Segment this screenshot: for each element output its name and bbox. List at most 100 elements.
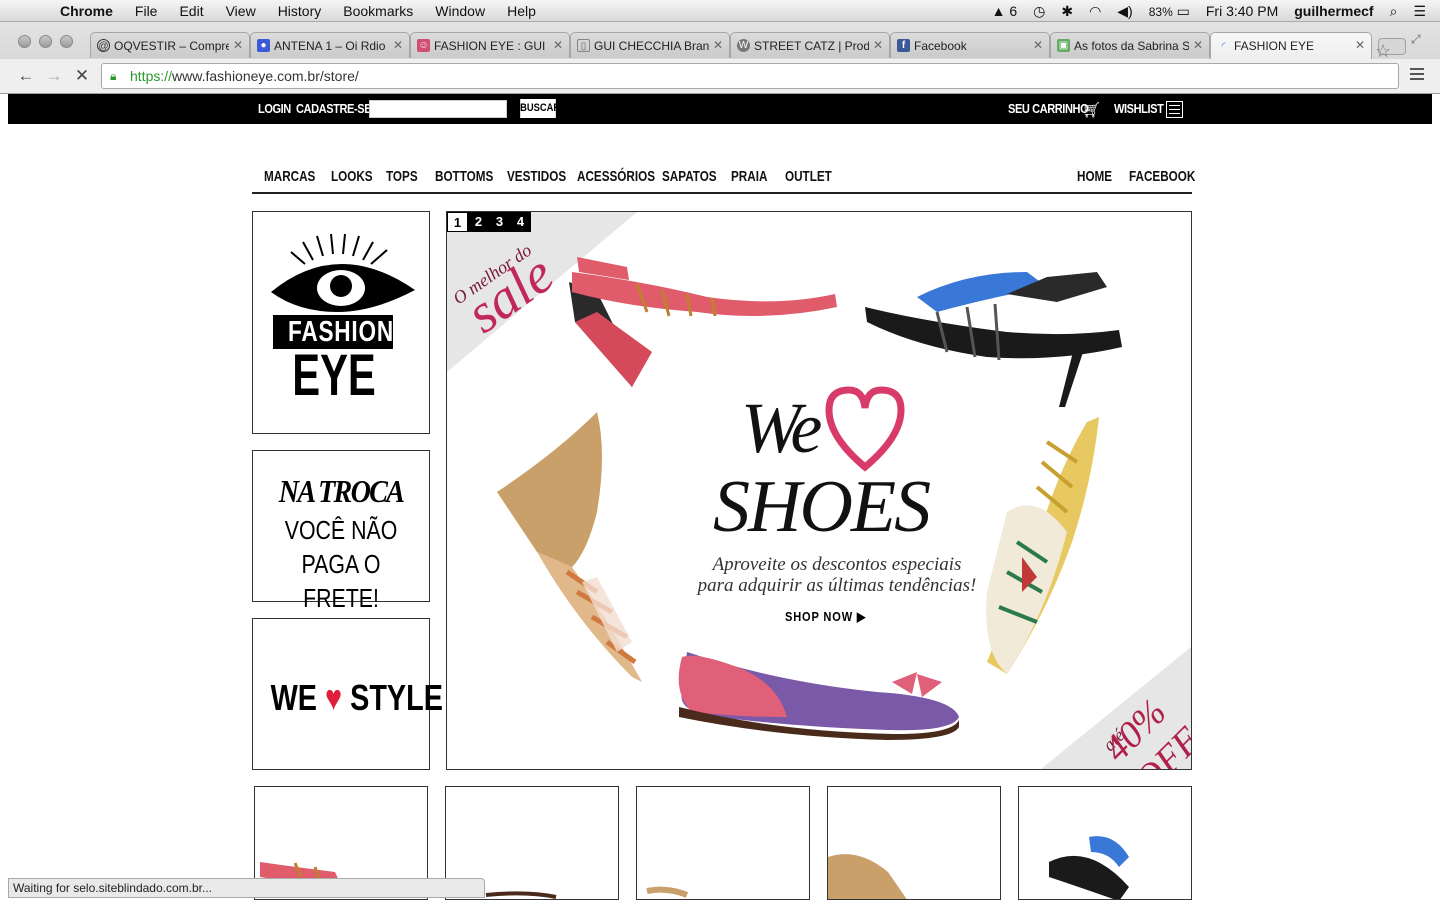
chrome-menu-icon[interactable] bbox=[1410, 68, 1424, 83]
cart-icon[interactable]: 🛒︎ bbox=[1082, 101, 1101, 119]
browser-toolbar: ← → ✕ 🔒︎ https:// www.fashioneye.com.br/… bbox=[0, 59, 1440, 94]
close-tab-icon[interactable]: ✕ bbox=[393, 38, 403, 52]
tab-gui-checchia[interactable]: ▯ GUI CHECCHIA Brand ✕ bbox=[570, 32, 730, 58]
face-icon: ☺ bbox=[417, 39, 430, 52]
close-tab-icon[interactable]: ✕ bbox=[1355, 38, 1365, 52]
shoe-black-blue-heel-icon bbox=[865, 272, 1122, 407]
nav-vestidos[interactable]: VESTIDOS bbox=[507, 168, 566, 185]
minimize-window-button[interactable] bbox=[39, 35, 52, 48]
battery-percent: 83% bbox=[1148, 4, 1173, 19]
bookmark-star-icon[interactable]: ☆ bbox=[1375, 41, 1391, 62]
hero-slideshow[interactable]: 1 2 3 4 O melhor do sale We SHOES Aprove… bbox=[446, 211, 1192, 770]
tab-fashioneye-active[interactable]: ◜ FASHION EYE ✕ bbox=[1210, 32, 1372, 59]
at-icon: @ bbox=[97, 39, 110, 52]
tab-fashioneye-gui[interactable]: ☺ FASHION EYE : GUI C ✕ bbox=[410, 32, 570, 58]
tab-strip: @ OQVESTIR – Compre ✕ ● ANTENA 1 – Oi Rd… bbox=[0, 32, 1440, 59]
nav-outlet[interactable]: OUTLET bbox=[785, 168, 832, 185]
shoe-tan-wedge-icon bbox=[497, 412, 642, 682]
close-tab-icon[interactable]: ✕ bbox=[233, 38, 243, 52]
close-tab-icon[interactable]: ✕ bbox=[713, 38, 723, 52]
nav-bottoms[interactable]: BOTTOMS bbox=[435, 168, 493, 185]
tab-street-catz[interactable]: W STREET CATZ | Produ ✕ bbox=[730, 32, 890, 58]
wifi-icon[interactable]: ◠ bbox=[1089, 3, 1101, 20]
close-tab-icon[interactable]: ✕ bbox=[1193, 38, 1203, 52]
tab-label: OQVESTIR – Compre bbox=[114, 38, 229, 53]
troca-title: NA TROCA bbox=[278, 473, 405, 509]
logo-text-eye: EYE bbox=[292, 343, 376, 408]
close-tab-icon[interactable]: ✕ bbox=[873, 38, 883, 52]
we-love-style-banner[interactable]: WE ♥ STYLE bbox=[252, 618, 443, 770]
menu-history[interactable]: History bbox=[268, 3, 334, 19]
nav-facebook[interactable]: FACEBOOK bbox=[1129, 168, 1195, 185]
shop-now-button[interactable]: SHOP NOW ▶ bbox=[785, 609, 866, 625]
login-link[interactable]: LOGIN bbox=[258, 101, 291, 116]
clock[interactable]: Fri 3:40 PM bbox=[1206, 3, 1278, 19]
search-input[interactable] bbox=[369, 100, 507, 118]
hero-tagline: Aproveite os descontos especiais para ad… bbox=[697, 554, 977, 596]
forward-icon[interactable]: → bbox=[44, 66, 64, 86]
close-window-button[interactable] bbox=[18, 35, 31, 48]
product-card[interactable] bbox=[827, 786, 1001, 900]
wishlist-icon[interactable] bbox=[1166, 101, 1183, 118]
tab-label: GUI CHECCHIA Brand bbox=[594, 38, 709, 53]
close-tab-icon[interactable]: ✕ bbox=[553, 38, 563, 52]
heart-icon: ♥ bbox=[325, 677, 343, 718]
shoe-pink-wedge-icon bbox=[569, 257, 837, 387]
menu-help[interactable]: Help bbox=[497, 3, 548, 19]
we-love-style-text: WE ♥ STYLE bbox=[270, 677, 443, 718]
nav-home[interactable]: HOME bbox=[1077, 168, 1112, 185]
window-controls bbox=[18, 35, 73, 48]
address-bar[interactable]: 🔒︎ https:// www.fashioneye.com.br/store/ bbox=[101, 63, 1399, 89]
tab-label: Facebook bbox=[914, 38, 967, 53]
battery-icon[interactable]: ▭ bbox=[1177, 3, 1190, 19]
tab-label: FASHION EYE bbox=[1234, 39, 1315, 53]
lock-icon: 🔒︎ bbox=[110, 69, 117, 83]
adobe-icon[interactable]: ▲ 6 bbox=[992, 3, 1018, 19]
menu-file[interactable]: File bbox=[125, 3, 170, 19]
photos-icon: ▣ bbox=[1057, 39, 1070, 52]
fullscreen-icon[interactable]: ⤢ bbox=[1411, 32, 1421, 47]
user-name[interactable]: guilhermecf bbox=[1294, 3, 1373, 19]
signup-link[interactable]: CADASTRE-SE bbox=[296, 101, 372, 116]
search-button[interactable]: BUSCAR bbox=[520, 99, 560, 118]
tab-facebook[interactable]: f Facebook ✕ bbox=[890, 32, 1050, 58]
free-exchange-banner[interactable]: NA TROCA VOCÊ NÃO PAGA O FRETE! bbox=[252, 450, 430, 613]
menu-window[interactable]: Window bbox=[425, 3, 497, 19]
spotlight-icon[interactable]: ⌕ bbox=[1390, 3, 1398, 20]
tab-fotos-sabrina[interactable]: ▣ As fotos da Sabrina S ✕ bbox=[1050, 32, 1210, 58]
stop-loading-icon[interactable]: ✕ bbox=[72, 66, 92, 86]
close-tab-icon[interactable]: ✕ bbox=[1033, 38, 1043, 52]
volume-icon[interactable]: ◀) bbox=[1117, 3, 1132, 20]
back-icon[interactable]: ← bbox=[16, 66, 36, 86]
tab-label: FASHION EYE : GUI C bbox=[434, 38, 549, 53]
product-card[interactable] bbox=[636, 786, 810, 900]
shoe-yellow-sandal-icon bbox=[986, 417, 1099, 674]
menu-app-chrome[interactable]: Chrome bbox=[50, 3, 125, 19]
nav-tops[interactable]: TOPS bbox=[386, 168, 418, 185]
notification-center-icon[interactable]: ☰ bbox=[1413, 3, 1426, 20]
bluetooth-icon[interactable]: ✱ bbox=[1061, 3, 1073, 20]
menu-view[interactable]: View bbox=[216, 3, 268, 19]
facebook-icon: f bbox=[897, 39, 910, 52]
tab-antena1[interactable]: ● ANTENA 1 – Oi Rdio ✕ bbox=[250, 32, 410, 58]
nav-praia[interactable]: PRAIA bbox=[731, 168, 767, 185]
product-card[interactable] bbox=[1018, 786, 1192, 900]
url-scheme: https:// bbox=[130, 68, 173, 84]
shoe-thumb-icon bbox=[646, 886, 689, 898]
nav-sapatos[interactable]: SAPATOS bbox=[662, 168, 717, 185]
nav-looks[interactable]: LOOKS bbox=[331, 168, 373, 185]
menu-bookmarks[interactable]: Bookmarks bbox=[333, 3, 425, 19]
wishlist-link[interactable]: WISHLIST bbox=[1114, 101, 1164, 116]
brand-logo[interactable]: FASHION EYE bbox=[252, 211, 430, 434]
nav-acessorios[interactable]: ACESSÓRIOS bbox=[577, 168, 655, 185]
time-machine-icon[interactable]: ◷ bbox=[1033, 3, 1045, 20]
zoom-window-button[interactable] bbox=[60, 35, 73, 48]
adobe-count: 6 bbox=[1009, 3, 1018, 19]
cart-link[interactable]: SEU CARRINHO bbox=[1008, 101, 1089, 116]
radio-icon: ● bbox=[257, 39, 270, 52]
nav-marcas[interactable]: MARCAS bbox=[264, 168, 315, 185]
macos-menubar: Chrome File Edit View History Bookmarks … bbox=[0, 0, 1440, 22]
tab-oqvestir[interactable]: @ OQVESTIR – Compre ✕ bbox=[90, 32, 250, 58]
tab-label: ANTENA 1 – Oi Rdio bbox=[274, 38, 386, 53]
menu-edit[interactable]: Edit bbox=[169, 3, 215, 19]
